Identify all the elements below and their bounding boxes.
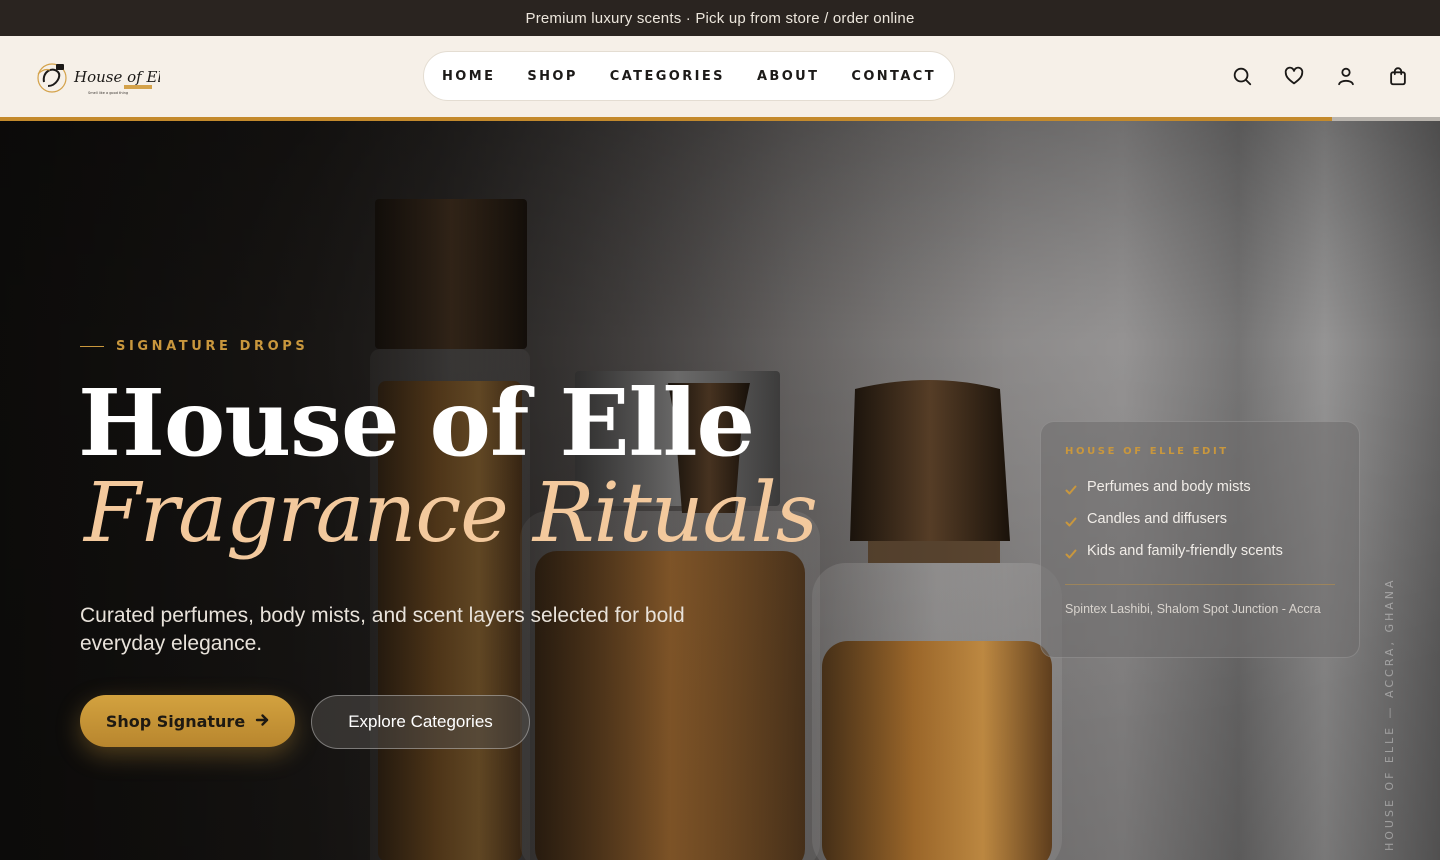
card-divider: [1065, 584, 1335, 585]
main-nav: HOME SHOP CATEGORIES ABOUT CONTACT: [423, 51, 955, 101]
hero-title: House of Elle: [78, 369, 755, 477]
check-icon: [1065, 545, 1077, 559]
heart-icon[interactable]: [1282, 64, 1306, 88]
explore-categories-button[interactable]: Explore Categories: [311, 695, 530, 749]
nav-shop[interactable]: SHOP: [511, 69, 593, 84]
card-item-text: Kids and family-friendly scents: [1087, 543, 1283, 559]
card-list-item: Kids and family-friendly scents: [1065, 535, 1335, 567]
house-edit-card: HOUSE OF ELLE EDIT Perfumes and body mis…: [1040, 421, 1360, 658]
eyebrow-text: SIGNATURE DROPS: [116, 339, 309, 354]
hero-subtitle: Curated perfumes, body mists, and scent …: [80, 604, 685, 655]
store-location: Spintex Lashibi, Shalom Spot Junction - …: [1065, 602, 1321, 616]
card-list-item: Perfumes and body mists: [1065, 471, 1335, 503]
shop-signature-label: Shop Signature: [105, 711, 246, 731]
hero-script-title: Fragrance Rituals: [84, 466, 818, 561]
brand-logo-name: House of Elle: [73, 68, 160, 86]
brand-logo-tagline: Smell like a good thing: [88, 91, 128, 95]
site-header: House of Elle Smell like a good thing HO…: [0, 36, 1440, 117]
vertical-caption: HOUSE OF ELLE — ACCRA, GHANA: [1383, 577, 1396, 851]
header-actions: [1230, 64, 1410, 88]
announcement-bar: Premium luxury scents · Pick up from sto…: [0, 0, 1440, 36]
search-icon[interactable]: [1230, 64, 1254, 88]
nav-categories[interactable]: CATEGORIES: [594, 69, 741, 84]
shopping-bag-icon[interactable]: [1386, 64, 1410, 88]
card-item-text: Perfumes and body mists: [1087, 479, 1251, 495]
card-eyebrow: HOUSE OF ELLE EDIT: [1065, 446, 1229, 457]
shop-signature-button[interactable]: Shop Signature: [80, 695, 295, 747]
brand-logo[interactable]: House of Elle Smell like a good thing: [34, 54, 176, 100]
eyebrow-divider: [80, 346, 104, 347]
explore-categories-label: Explore Categories: [348, 712, 493, 731]
hero-section: SIGNATURE DROPS House of Elle Fragrance …: [0, 121, 1440, 860]
hero-eyebrow: SIGNATURE DROPS: [80, 339, 308, 354]
nav-contact[interactable]: CONTACT: [835, 69, 952, 84]
nav-home[interactable]: HOME: [426, 69, 511, 84]
check-icon: [1065, 513, 1077, 527]
nav-about[interactable]: ABOUT: [741, 69, 835, 84]
card-list-item: Candles and diffusers: [1065, 503, 1335, 535]
card-item-text: Candles and diffusers: [1087, 511, 1227, 527]
arrow-right-icon: [255, 712, 269, 731]
announcement-text: Premium luxury scents · Pick up from sto…: [525, 9, 915, 27]
user-icon[interactable]: [1334, 64, 1358, 88]
check-icon: [1065, 481, 1077, 495]
